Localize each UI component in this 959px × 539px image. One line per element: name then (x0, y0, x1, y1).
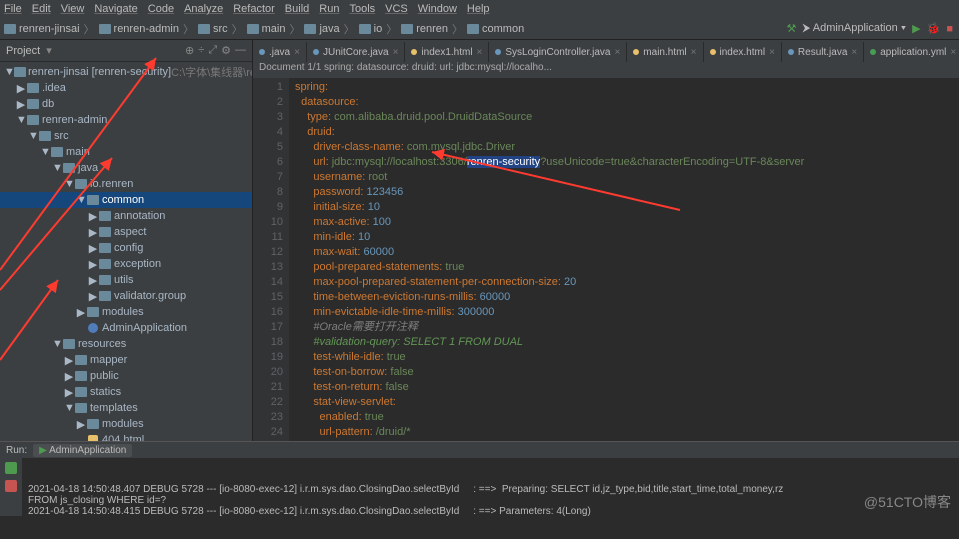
watermark: @51CTO博客 (864, 492, 951, 512)
run-toolbar (0, 458, 22, 516)
tree-node[interactable]: ▼java (0, 160, 252, 176)
gutter: 1234567891011121314151617181920212223242… (253, 78, 289, 441)
tree-node[interactable]: 404.html (0, 432, 252, 441)
tree-node[interactable]: ▶mapper (0, 352, 252, 368)
project-panel-title: Project (6, 45, 46, 57)
crumb[interactable]: common (467, 23, 524, 35)
tree-node[interactable]: ▶exception (0, 256, 252, 272)
tree-node[interactable]: ▶modules (0, 416, 252, 432)
breadcrumb-status: Document 1/1 spring: datasource: druid: … (253, 62, 959, 78)
rerun-icon[interactable] (5, 462, 17, 474)
tree-node[interactable]: ▶config (0, 240, 252, 256)
crumb[interactable]: renren-jinsai (4, 23, 80, 35)
console-output[interactable]: 2021-04-18 14:50:48.407 DEBUG 5728 --- [… (22, 458, 959, 516)
crumb[interactable]: renren-admin (99, 23, 179, 35)
crumb[interactable]: main (247, 23, 286, 35)
crumb[interactable]: renren (401, 23, 448, 35)
hide-icon[interactable]: ⤢ (208, 44, 217, 57)
tree-node[interactable]: ▶public (0, 368, 252, 384)
build-icon[interactable]: ⚒ (786, 22, 796, 35)
minimize-icon[interactable]: — (235, 44, 246, 57)
code-editor[interactable]: 1234567891011121314151617181920212223242… (253, 78, 959, 441)
menu-refactor[interactable]: Refactor (233, 3, 275, 15)
tree-node[interactable]: ▶statics (0, 384, 252, 400)
tree-node[interactable]: ▼io.renren (0, 176, 252, 192)
tree-node[interactable]: ▶modules (0, 304, 252, 320)
tree-node[interactable]: ▼resources (0, 336, 252, 352)
run-config-selector[interactable]: ⮞ AdminApplication ▾ (802, 22, 906, 35)
menu-analyze[interactable]: Analyze (184, 3, 223, 15)
stop-run-icon[interactable] (5, 480, 17, 492)
crumb[interactable]: java (304, 23, 339, 35)
editor-tab[interactable]: application.yml × (864, 42, 959, 62)
editor-tab[interactable]: index.html × (704, 42, 782, 62)
menu-view[interactable]: View (61, 3, 85, 15)
menu-navigate[interactable]: Navigate (94, 3, 137, 15)
tree-node[interactable]: ▼main (0, 144, 252, 160)
main-menu: File Edit View Navigate Code Analyze Refactor B… (0, 0, 959, 18)
tree-node[interactable]: AdminApplication (0, 320, 252, 336)
tree-node[interactable]: ▼templates (0, 400, 252, 416)
run-icon[interactable]: ▶ (912, 22, 920, 35)
crumb[interactable]: io (359, 23, 383, 35)
editor-tab[interactable]: main.html × (627, 42, 703, 62)
menu-vcs[interactable]: VCS (385, 3, 408, 15)
crumb[interactable]: src (198, 23, 228, 35)
editor-tabs[interactable]: .java ×JUnitCore.java ×index1.html ×SysL… (253, 40, 959, 62)
editor-tab[interactable]: JUnitCore.java × (307, 42, 405, 62)
stop-icon[interactable]: ■ (946, 23, 953, 35)
gear-icon[interactable]: ⚙ (221, 44, 231, 57)
tree-node[interactable]: ▶.idea (0, 80, 252, 96)
menu-edit[interactable]: Edit (32, 3, 51, 15)
tree-node[interactable]: ▼src (0, 128, 252, 144)
tree-node[interactable]: ▼renren-jinsai [renren-security] C:\字体\集… (0, 64, 252, 80)
run-tab[interactable]: ▶ AdminApplication (33, 444, 132, 457)
collapse-icon[interactable]: ⊕ (185, 44, 194, 57)
menu-code[interactable]: Code (148, 3, 174, 15)
tree-node[interactable]: ▶db (0, 96, 252, 112)
menu-build[interactable]: Build (285, 3, 309, 15)
run-panel: Run: ▶ AdminApplication 2021-04-18 14:50… (0, 441, 959, 515)
menu-run[interactable]: Run (319, 3, 339, 15)
project-sidebar: Project ▾ ⊕ ÷ ⤢ ⚙ — ▼renren-jinsai [renr… (0, 40, 253, 441)
tree-node[interactable]: ▼common (0, 192, 252, 208)
editor-area: .java ×JUnitCore.java ×index1.html ×SysL… (253, 40, 959, 441)
editor-tab[interactable]: .java × (253, 42, 307, 62)
menu-tools[interactable]: Tools (349, 3, 375, 15)
menu-help[interactable]: Help (467, 3, 490, 15)
project-tree[interactable]: ▼renren-jinsai [renren-security] C:\字体\集… (0, 62, 252, 441)
editor-tab[interactable]: Result.java × (782, 42, 864, 62)
menu-file[interactable]: File (4, 3, 22, 15)
tree-node[interactable]: ▶utils (0, 272, 252, 288)
run-panel-title: Run: (6, 445, 27, 456)
menu-window[interactable]: Window (418, 3, 457, 15)
scroll-icon[interactable]: ÷ (198, 44, 204, 57)
tree-node[interactable]: ▶annotation (0, 208, 252, 224)
tree-node[interactable]: ▶aspect (0, 224, 252, 240)
editor-tab[interactable]: index1.html × (405, 42, 489, 62)
tree-node[interactable]: ▼renren-admin (0, 112, 252, 128)
breadcrumb-bar: renren-jinsai〉renren-admin〉src〉main〉java… (0, 18, 959, 40)
tree-node[interactable]: ▶validator.group (0, 288, 252, 304)
editor-tab[interactable]: SysLoginController.java × (489, 42, 627, 62)
debug-icon[interactable]: 🐞 (927, 22, 941, 35)
code-body[interactable]: spring: datasource: type: com.alibaba.dr… (289, 78, 959, 441)
